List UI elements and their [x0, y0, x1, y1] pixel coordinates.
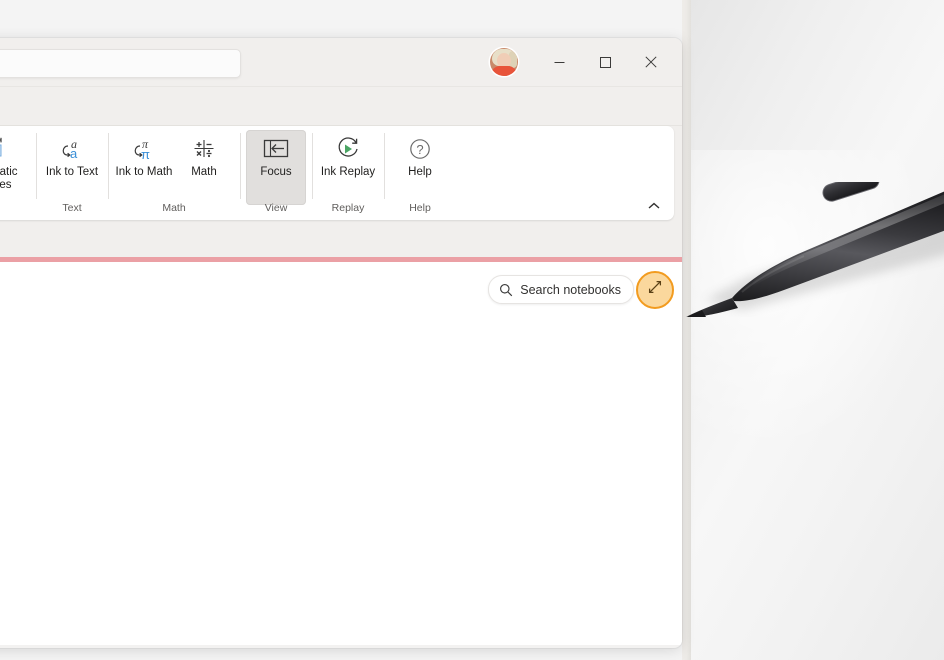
- math-button[interactable]: Math: [174, 130, 234, 205]
- tablet-bezel-edge: [682, 0, 691, 660]
- search-icon: [499, 283, 513, 297]
- ribbon-group-label-help: Help: [409, 202, 431, 214]
- expand-diagonal-icon: [647, 279, 663, 300]
- help-icon: ?: [407, 135, 433, 163]
- ribbon-tab-strip[interactable]: [0, 86, 682, 126]
- avatar-body: [491, 66, 517, 76]
- svg-text:?: ?: [416, 142, 423, 157]
- window-controls: [490, 38, 674, 86]
- page-header-strip: [0, 227, 682, 257]
- ribbon-group-math: π π Ink to Math Math Math: [108, 126, 240, 220]
- svg-text:π: π: [141, 147, 150, 162]
- ribbon-group-text: a a Ink to Text Text: [36, 126, 108, 220]
- ink-replay-button[interactable]: Ink Replay: [318, 130, 378, 205]
- ribbon-group-label-replay: Replay: [331, 202, 365, 214]
- ink-to-math-icon: π π: [130, 135, 158, 163]
- ribbon-group-view: Focus View: [240, 126, 312, 220]
- focus-icon: [262, 135, 290, 163]
- help-label: Help: [408, 166, 432, 178]
- ink-to-math-button[interactable]: π π Ink to Math: [114, 130, 174, 205]
- ink-to-text-button[interactable]: a a Ink to Text: [42, 130, 102, 205]
- ribbon-group-shapes: Shapes ⌄: [0, 126, 36, 220]
- maximize-button[interactable]: [582, 38, 628, 86]
- maximize-icon: [599, 56, 611, 68]
- ribbon-group-help: ? Help Help: [384, 126, 456, 220]
- ribbon-group-label-text: Text: [62, 202, 82, 214]
- ink-to-text-icon: a a: [58, 135, 86, 163]
- automatic-shapes-button[interactable]: Automatic Shapes: [0, 130, 30, 205]
- close-button[interactable]: [628, 38, 674, 86]
- math-label: Math: [191, 166, 217, 178]
- ink-to-math-label: Ink to Math: [115, 166, 173, 178]
- minimize-button[interactable]: [536, 38, 582, 86]
- avatar[interactable]: [490, 48, 518, 76]
- focus-button[interactable]: Focus: [246, 130, 306, 205]
- ink-to-text-label: Ink to Text: [45, 166, 99, 178]
- help-button[interactable]: ? Help: [390, 130, 450, 205]
- ribbon-group-replay: Ink Replay Replay: [312, 126, 384, 220]
- ribbon-collapse-button[interactable]: [644, 200, 664, 214]
- note-canvas[interactable]: Search notebooks: [0, 262, 682, 645]
- screen: Insert Space: [0, 0, 944, 660]
- title-search-box[interactable]: [0, 49, 241, 78]
- notebook-search-row: Search notebooks: [488, 270, 674, 309]
- math-icon: [191, 135, 217, 163]
- automatic-shapes-label: Automatic Shapes: [0, 166, 18, 191]
- ribbon-group-label-math: Math: [162, 202, 186, 214]
- search-notebooks-label: Search notebooks: [520, 282, 621, 297]
- chevron-up-icon: [648, 202, 660, 209]
- tablet-surface: [690, 0, 944, 660]
- automatic-shapes-icon: [0, 135, 6, 163]
- onenote-window: Insert Space: [0, 38, 682, 648]
- ink-replay-icon: [335, 135, 361, 163]
- minimize-icon: [554, 61, 564, 63]
- svg-text:a: a: [70, 146, 78, 161]
- search-notebooks-input[interactable]: Search notebooks: [488, 275, 634, 304]
- title-bar: [0, 38, 682, 86]
- ribbon-group-label-view: View: [264, 202, 288, 214]
- ink-replay-label: Ink Replay: [320, 166, 376, 178]
- ribbon: Insert Space: [0, 126, 674, 220]
- close-icon: [645, 56, 657, 68]
- expand-search-button[interactable]: [636, 270, 674, 309]
- ribbon-container: Insert Space: [0, 126, 682, 227]
- focus-label: Focus: [260, 166, 292, 178]
